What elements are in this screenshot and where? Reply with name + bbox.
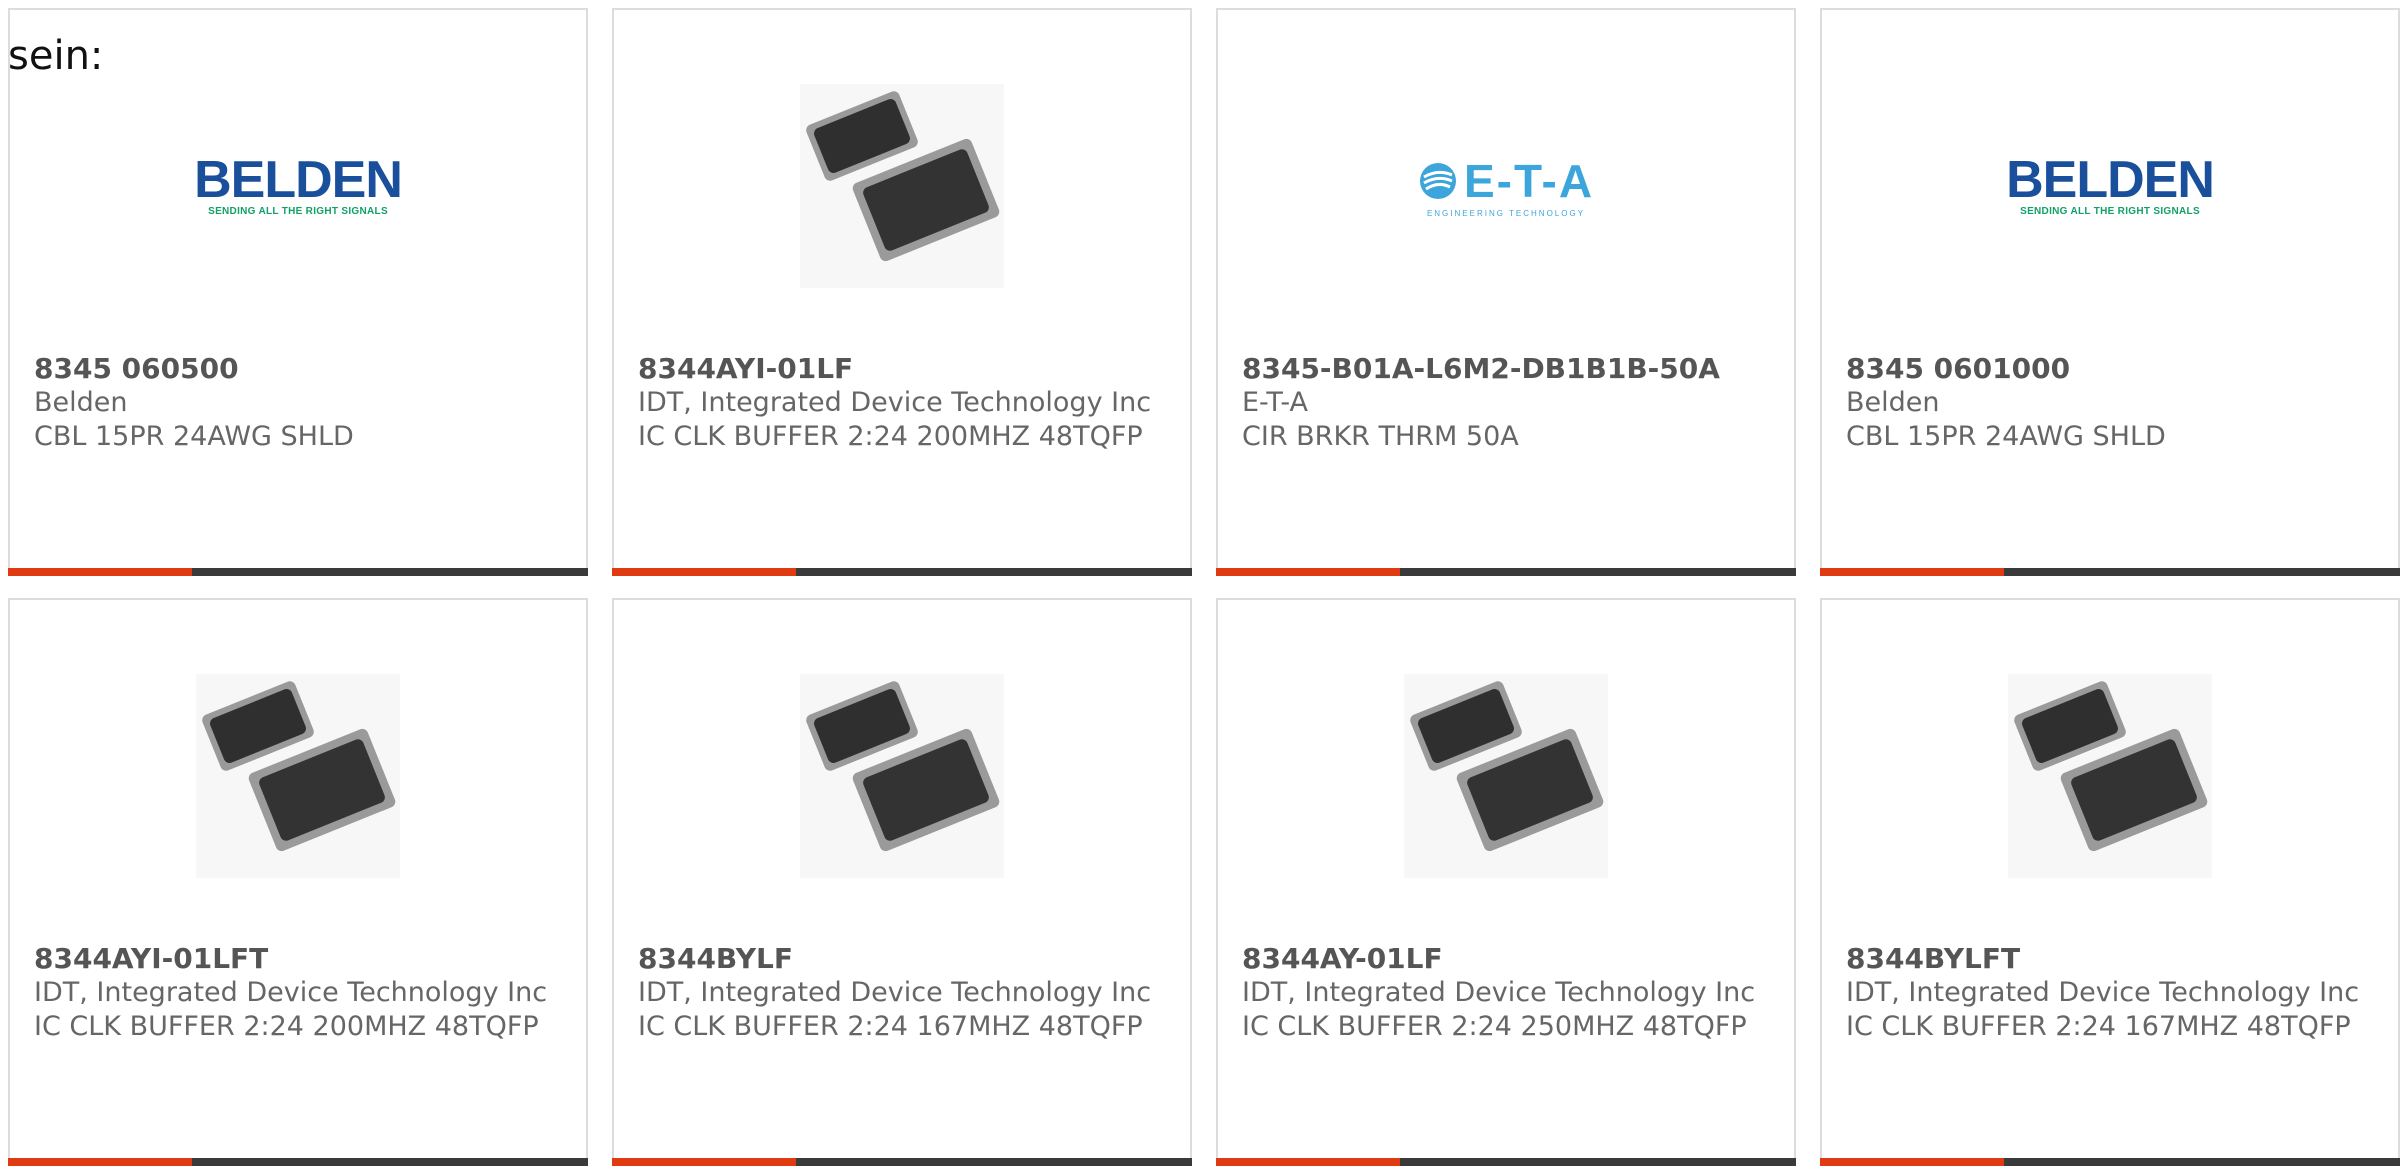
tqfp-chip-icon [196, 674, 400, 878]
manufacturer-name: Belden [34, 387, 128, 418]
card-bottom-bar [1216, 568, 1796, 576]
product-card[interactable]: BELDEN SENDING ALL THE RIGHT SIGNALS 834… [8, 8, 588, 576]
card-bottom-bar [8, 1158, 588, 1166]
belden-logo-text: BELDEN [194, 151, 403, 209]
part-number[interactable]: 8345 0601000 [1846, 352, 2378, 386]
eta-logo-tagline: ENGINEERING TECHNOLOGY [1426, 208, 1586, 218]
product-description: IC CLK BUFFER 2:24 200MHZ 48TQFP [34, 1011, 539, 1042]
eta-globe-icon [1419, 162, 1456, 199]
product-description: IC CLK BUFFER 2:24 250MHZ 48TQFP [1242, 1011, 1747, 1042]
tqfp-chip-icon [800, 674, 1004, 878]
part-number[interactable]: 8345 060500 [34, 352, 566, 386]
part-number[interactable]: 8344AY-01LF [1242, 942, 1774, 976]
manufacturer-name: Belden [1846, 387, 1940, 418]
product-description: IC CLK BUFFER 2:24 167MHZ 48TQFP [638, 1011, 1143, 1042]
manufacturer-name: IDT, Integrated Device Technology Inc [1846, 977, 2360, 1008]
belden-logo-tagline: SENDING ALL THE RIGHT SIGNALS [208, 206, 388, 217]
part-number[interactable]: 8344BYLF [638, 942, 1170, 976]
part-number[interactable]: 8344AYI-01LFT [34, 942, 566, 976]
product-grid: BELDEN SENDING ALL THE RIGHT SIGNALS 834… [0, 0, 2400, 1166]
manufacturer-logo: BELDEN SENDING ALL THE RIGHT SIGNALS [2006, 84, 2215, 288]
card-bottom-bar [8, 568, 588, 576]
product-card[interactable]: 8344BYLF IDT, Integrated Device Technolo… [612, 598, 1192, 1166]
manufacturer-name: IDT, Integrated Device Technology Inc [34, 977, 548, 1008]
belden-logo-text: BELDEN [2006, 151, 2215, 209]
part-number[interactable]: 8345-B01A-L6M2-DB1B1B-50A [1242, 352, 1774, 386]
product-description: CIR BRKR THRM 50A [1242, 421, 1519, 452]
tqfp-chip-icon [1404, 674, 1608, 878]
product-card[interactable]: 8344AYI-01LFT IDT, Integrated Device Tec… [8, 598, 588, 1166]
product-card[interactable]: 8344AYI-01LF IDT, Integrated Device Tech… [612, 8, 1192, 576]
tqfp-chip-icon [800, 84, 1004, 288]
card-bottom-bar [612, 568, 1192, 576]
product-description: CBL 15PR 24AWG SHLD [34, 421, 354, 452]
part-number[interactable]: 8344BYLFT [1846, 942, 2378, 976]
product-card[interactable]: E-T-A ENGINEERING TECHNOLOGY 8345-B01A-L… [1216, 8, 1796, 576]
manufacturer-name: IDT, Integrated Device Technology Inc [638, 387, 1152, 418]
intro-text: sein: [8, 33, 104, 79]
eta-logo-text: E-T-A [1463, 154, 1595, 207]
card-bottom-bar [1820, 568, 2400, 576]
product-description: CBL 15PR 24AWG SHLD [1846, 421, 2166, 452]
manufacturer-logo: E-T-A ENGINEERING TECHNOLOGY [1404, 84, 1608, 288]
product-description: IC CLK BUFFER 2:24 200MHZ 48TQFP [638, 421, 1143, 452]
tqfp-chip-icon [2008, 674, 2212, 878]
card-bottom-bar [1216, 1158, 1796, 1166]
manufacturer-logo: BELDEN SENDING ALL THE RIGHT SIGNALS [194, 84, 403, 288]
manufacturer-name: IDT, Integrated Device Technology Inc [1242, 977, 1756, 1008]
product-description: IC CLK BUFFER 2:24 167MHZ 48TQFP [1846, 1011, 2351, 1042]
product-card[interactable]: 8344AY-01LF IDT, Integrated Device Techn… [1216, 598, 1796, 1166]
product-card[interactable]: 8344BYLFT IDT, Integrated Device Technol… [1820, 598, 2400, 1166]
belden-logo-tagline: SENDING ALL THE RIGHT SIGNALS [2020, 206, 2200, 217]
card-bottom-bar [612, 1158, 1192, 1166]
manufacturer-name: E-T-A [1242, 387, 1308, 418]
card-bottom-bar [1820, 1158, 2400, 1166]
manufacturer-name: IDT, Integrated Device Technology Inc [638, 977, 1152, 1008]
part-number[interactable]: 8344AYI-01LF [638, 352, 1170, 386]
product-card[interactable]: BELDEN SENDING ALL THE RIGHT SIGNALS 834… [1820, 8, 2400, 576]
